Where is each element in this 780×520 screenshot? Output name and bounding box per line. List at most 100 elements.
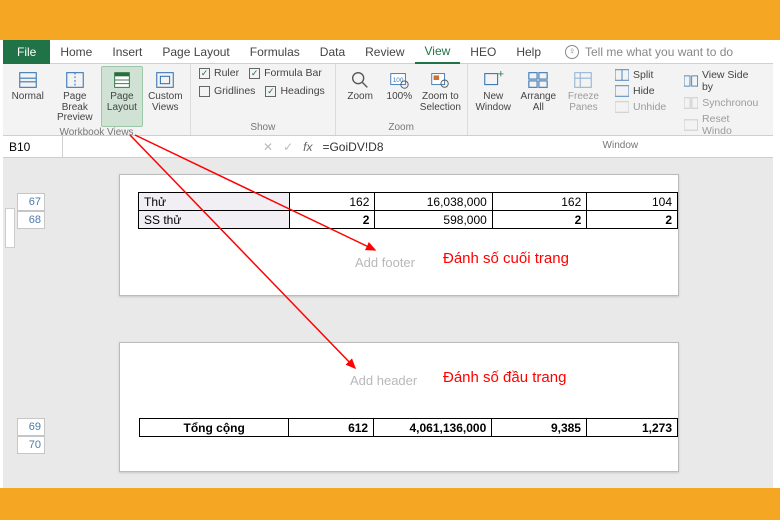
cancel-icon[interactable]: ✕ — [263, 140, 273, 154]
arrange-all-label: Arrange All — [521, 92, 557, 113]
arrange-all-button[interactable]: Arrange All — [517, 66, 560, 140]
cell-total-label[interactable]: Tổng cộng — [140, 419, 289, 437]
group-workbook-views: Normal Page Break Preview Page Layout Cu… — [3, 64, 191, 135]
group-show: ✓Ruler ✓Formula Bar Gridlines ✓Headings … — [191, 64, 336, 135]
view-side-by-side-button[interactable]: View Side by — [680, 68, 765, 94]
formula-value[interactable]: =GoiDV!D8 — [312, 140, 383, 154]
split-label: Split — [633, 69, 653, 81]
cell[interactable]: 16,038,000 — [375, 193, 492, 211]
new-window-button[interactable]: + New Window — [472, 66, 515, 140]
page-break-label: Page Break Preview — [51, 92, 98, 124]
tab-view[interactable]: View — [415, 40, 461, 64]
formula-bar-label: Formula Bar — [264, 67, 322, 79]
annotation-footer: Đánh số cuối trang — [443, 250, 569, 267]
name-box[interactable]: B10 — [3, 136, 63, 157]
synchronous-scrolling-button[interactable]: Synchronou — [680, 96, 765, 110]
decor-bottom-bar — [0, 488, 780, 520]
data-table-2[interactable]: Tổng cộng 612 4,061,136,000 9,385 1,273 — [139, 418, 678, 437]
cell[interactable]: 9,385 — [492, 419, 587, 437]
file-tab[interactable]: File — [3, 40, 50, 64]
cell[interactable]: 2 — [492, 211, 586, 229]
row-70[interactable]: 70 — [17, 436, 45, 454]
vertical-ruler — [5, 208, 15, 248]
hide-button[interactable]: Hide — [611, 84, 670, 98]
table-row[interactable]: Thử 162 16,038,000 162 104 — [139, 193, 678, 211]
fx-icon[interactable]: fx — [303, 140, 312, 154]
tab-formulas[interactable]: Formulas — [240, 41, 310, 63]
cell-label[interactable]: SS thử — [139, 211, 290, 229]
headings-checkbox[interactable]: ✓Headings — [261, 84, 328, 98]
zoom-100-button[interactable]: 100 100% — [383, 66, 416, 116]
unhide-label: Unhide — [633, 101, 666, 113]
split-button[interactable]: Split — [611, 68, 670, 82]
cell[interactable]: 4,061,136,000 — [374, 419, 492, 437]
page-2: Add header Tổng cộng 612 4,061,136,000 9… — [119, 342, 679, 472]
ribbon-tabs: File Home Insert Page Layout Formulas Da… — [3, 40, 773, 64]
ruler-checkbox[interactable]: ✓Ruler — [195, 66, 243, 80]
zoom-button[interactable]: Zoom — [340, 66, 381, 116]
data-table-1[interactable]: Thử 162 16,038,000 162 104 SS thử 2 598,… — [138, 192, 678, 229]
custom-views-button[interactable]: Custom Views — [145, 66, 186, 127]
view-sbs-label: View Side by — [702, 69, 761, 93]
tab-insert[interactable]: Insert — [102, 41, 152, 63]
table-row[interactable]: SS thử 2 598,000 2 2 — [139, 211, 678, 229]
new-window-label: New Window — [475, 92, 511, 113]
row-67[interactable]: 67 — [17, 193, 45, 211]
enter-icon[interactable]: ✓ — [283, 140, 293, 154]
cell[interactable]: 598,000 — [375, 211, 492, 229]
cell[interactable]: 104 — [587, 193, 678, 211]
headings-label: Headings — [280, 85, 324, 97]
svg-text:+: + — [498, 69, 504, 80]
gridlines-checkbox[interactable]: Gridlines — [195, 84, 259, 98]
annotation-header: Đánh số đầu trang — [443, 369, 566, 386]
decor-top-bar — [0, 0, 780, 40]
page-break-preview-button[interactable]: Page Break Preview — [50, 66, 99, 127]
ruler-label: Ruler — [214, 67, 239, 79]
zoom-100-label: 100% — [387, 92, 413, 103]
zoom-label: Zoom — [347, 92, 373, 103]
zoom-to-selection-button[interactable]: Zoom to Selection — [418, 66, 463, 116]
cell-label[interactable]: Thử — [139, 193, 290, 211]
cell[interactable]: 162 — [492, 193, 586, 211]
excel-window: File Home Insert Page Layout Formulas Da… — [3, 40, 773, 496]
group-zoom: Zoom 100 100% Zoom to Selection Zoom — [336, 64, 468, 135]
page-layout-button[interactable]: Page Layout — [101, 66, 142, 127]
tab-review[interactable]: Review — [355, 41, 414, 63]
tab-page-layout[interactable]: Page Layout — [152, 41, 239, 63]
cell[interactable]: 1,273 — [586, 419, 677, 437]
ribbon: Normal Page Break Preview Page Layout Cu… — [3, 64, 773, 136]
cell[interactable]: 2 — [290, 211, 375, 229]
row-69[interactable]: 69 — [17, 418, 45, 436]
sync-label: Synchronou — [702, 97, 758, 109]
formula-controls: ✕ ✓ fx — [263, 140, 312, 154]
formula-bar-checkbox[interactable]: ✓Formula Bar — [245, 66, 326, 80]
tab-help[interactable]: Help — [506, 41, 551, 63]
row-68[interactable]: 68 — [17, 211, 45, 229]
custom-views-label: Custom Views — [148, 92, 182, 113]
hide-label: Hide — [633, 85, 655, 97]
tab-heo[interactable]: HEO — [460, 41, 506, 63]
cell[interactable]: 2 — [587, 211, 678, 229]
freeze-panes-label: Freeze Panes — [568, 92, 599, 113]
add-header-hint[interactable]: Add header — [350, 373, 417, 388]
worksheet-area: A B C D E F 67 68 69 70 Thử 162 16,038,0… — [3, 158, 773, 496]
unhide-button[interactable]: Unhide — [611, 100, 670, 114]
page-1: Thử 162 16,038,000 162 104 SS thử 2 598,… — [119, 174, 679, 296]
normal-view-button[interactable]: Normal — [7, 66, 48, 127]
freeze-panes-button[interactable]: Freeze Panes — [562, 66, 605, 140]
normal-label: Normal — [12, 92, 44, 103]
lightbulb-icon: ♀ — [565, 45, 579, 59]
add-footer-hint[interactable]: Add footer — [355, 255, 415, 270]
cell[interactable]: 612 — [289, 419, 374, 437]
group-label-window: Window — [472, 140, 769, 153]
tab-data[interactable]: Data — [310, 41, 355, 63]
zoom-selection-label: Zoom to Selection — [420, 92, 461, 113]
tab-home[interactable]: Home — [50, 41, 102, 63]
reset-window-button[interactable]: Reset Windo — [680, 112, 765, 138]
table-row[interactable]: Tổng cộng 612 4,061,136,000 9,385 1,273 — [140, 419, 678, 437]
group-label-zoom: Zoom — [340, 122, 463, 135]
cell[interactable]: 162 — [290, 193, 375, 211]
page-layout-label: Page Layout — [107, 92, 137, 113]
reset-window-label: Reset Windo — [702, 113, 761, 137]
tell-me-input[interactable]: Tell me what you want to do — [585, 45, 733, 59]
